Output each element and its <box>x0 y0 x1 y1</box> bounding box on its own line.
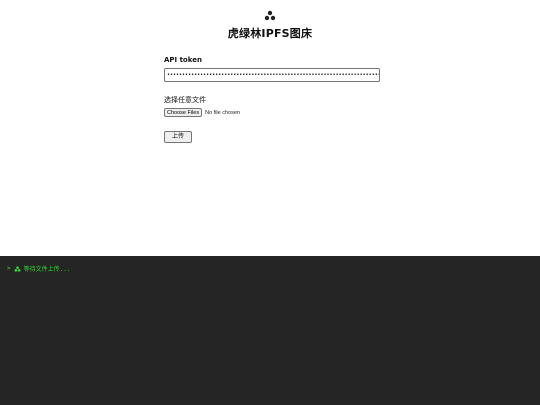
site-title: 虎绿林IPFS图床 <box>227 27 313 40</box>
triple-cluster-icon <box>264 10 276 21</box>
upload-form: API token ••••••••••••••••••••••••••••••… <box>164 56 384 143</box>
console-panel: > 等待文件上传... <box>0 256 540 405</box>
console-prompt: > <box>7 265 11 272</box>
file-input[interactable]: Choose Files No file chosen <box>164 108 384 117</box>
page-header: 虎绿林IPFS图床 <box>0 6 540 41</box>
choose-files-button[interactable]: Choose Files <box>164 108 203 117</box>
api-token-label: API token <box>164 56 202 64</box>
triple-cluster-icon <box>14 265 21 272</box>
console-line: > 等待文件上传... <box>7 264 70 273</box>
file-status-text: No file chosen <box>205 109 240 116</box>
upload-button[interactable]: 上传 <box>164 131 193 143</box>
console-message: 等待文件上传... <box>23 266 71 273</box>
file-select-label: 选择任意文件 <box>164 96 206 104</box>
api-token-input[interactable]: ••••••••••••••••••••••••••••••••••••••••… <box>164 68 380 82</box>
